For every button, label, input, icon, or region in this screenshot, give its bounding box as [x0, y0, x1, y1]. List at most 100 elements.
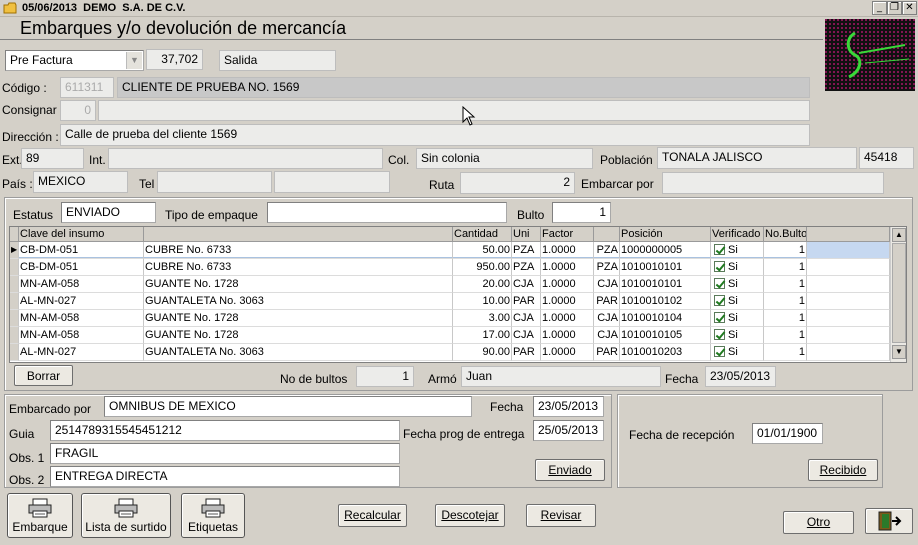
checkbox-icon[interactable] — [714, 295, 725, 306]
items-grid[interactable]: Clave del insumo Cantidad Uni Factor Pos… — [9, 226, 907, 363]
printer-icon — [27, 498, 53, 518]
armo-label: Armó — [428, 372, 457, 386]
consignar-label: Consignar — [2, 103, 57, 117]
guia-field[interactable]: 2514789315545451212 — [50, 420, 400, 441]
cell-verificado[interactable]: Si — [711, 242, 764, 259]
scroll-up-icon[interactable]: ▲ — [892, 228, 906, 242]
cell-filler — [807, 310, 890, 327]
empaque-field[interactable] — [267, 202, 507, 223]
descotejar-button[interactable]: Descotejar — [435, 504, 505, 527]
col-header-uni2[interactable] — [594, 227, 620, 242]
checkbox-icon[interactable] — [714, 261, 725, 272]
row-selector[interactable] — [10, 276, 19, 293]
cell-bulto: 1 — [764, 310, 807, 327]
codigo-field[interactable]: 611311 — [60, 77, 114, 98]
estatus-field[interactable]: ENVIADO — [61, 202, 156, 223]
cell-verificado[interactable]: Si — [711, 344, 764, 361]
col-header-uni[interactable]: Uni — [512, 227, 541, 242]
scroll-thumb[interactable] — [892, 243, 906, 343]
cell-uni: CJA — [512, 276, 541, 293]
obs2-field[interactable]: ENTREGA DIRECTA — [50, 466, 400, 487]
row-pointer-icon[interactable]: ▶ — [10, 242, 19, 259]
embarcar-field[interactable] — [662, 172, 884, 194]
col-header-factor[interactable]: Factor — [541, 227, 594, 242]
ruta-field: 2 — [460, 172, 575, 194]
revisar-button[interactable]: Revisar — [526, 504, 596, 527]
table-row[interactable]: CB-DM-051 CUBRE No. 6733 950.00 PZA 1.0000 PZ… — [10, 259, 890, 276]
printer-icon — [113, 498, 139, 518]
checkbox-icon[interactable] — [714, 312, 725, 323]
obs2-label: Obs. 2 — [9, 473, 45, 487]
table-row[interactable]: MN-AM-058 GUANTE No. 1728 17.00 CJA 1.0000 CJ… — [10, 327, 890, 344]
row-selector[interactable] — [10, 344, 19, 361]
doc-type-value: Pre Factura — [10, 53, 73, 67]
cell-clave: AL-MN-027 — [19, 344, 144, 361]
embarque-button[interactable]: Embarque — [7, 493, 73, 538]
cell-verificado[interactable]: Si — [711, 259, 764, 276]
etiquetas-button[interactable]: Etiquetas — [181, 493, 245, 538]
scroll-down-icon[interactable]: ▼ — [892, 345, 906, 359]
checkbox-icon[interactable] — [714, 346, 725, 357]
checkbox-icon[interactable] — [714, 329, 725, 340]
title-bar: 05/06/2013 DEMO S.A. DE C.V. _ ❐ ✕ — [0, 0, 918, 17]
recibido-button[interactable]: Recibido — [808, 459, 878, 481]
restore-button[interactable]: ❐ — [887, 1, 902, 15]
cell-uni2: PZA — [594, 259, 620, 276]
col-header-clave[interactable]: Clave del insumo — [19, 227, 144, 242]
doc-type-select[interactable]: Pre Factura ▼ — [5, 50, 144, 71]
col-header-posicion[interactable]: Posición — [620, 227, 711, 242]
table-row[interactable]: AL-MN-027 GUANTALETA No. 3063 10.00 PAR 1.00… — [10, 293, 890, 310]
armo-field: Juan — [461, 366, 661, 387]
lista-surtido-button[interactable]: Lista de surtido — [81, 493, 171, 538]
col-header-desc[interactable] — [144, 227, 453, 242]
col-header-bulto[interactable]: No.Bulto — [764, 227, 807, 242]
recepcion-field[interactable]: 01/01/1900 — [752, 423, 823, 444]
table-row[interactable]: AL-MN-027 GUANTALETA No. 3063 90.00 PAR 1.00… — [10, 344, 890, 361]
page-title: Embarques y/o devolución de mercancía — [20, 18, 347, 38]
checkbox-icon[interactable] — [714, 244, 725, 255]
cell-verificado[interactable]: Si — [711, 327, 764, 344]
embarcado-field[interactable]: OMNIBUS DE MEXICO — [104, 396, 472, 417]
fecha-embarque-field[interactable]: 23/05/2013 — [533, 396, 604, 417]
col-header-cantidad[interactable]: Cantidad — [453, 227, 512, 242]
cell-verificado[interactable]: Si — [711, 276, 764, 293]
cell-bulto: 1 — [764, 293, 807, 310]
row-selector[interactable] — [10, 259, 19, 276]
table-row[interactable]: ▶ CB-DM-051 CUBRE No. 6733 50.00 PZA 1.0000 PZ… — [10, 242, 890, 259]
row-selector[interactable] — [10, 310, 19, 327]
col-header-verificado[interactable]: Verificado — [711, 227, 764, 242]
cell-clave: MN-AM-058 — [19, 327, 144, 344]
borrar-button[interactable]: Borrar — [14, 365, 73, 386]
enviado-button[interactable]: Enviado — [535, 459, 605, 481]
bulto-field[interactable]: 1 — [552, 202, 611, 223]
cell-verificado[interactable]: Si — [711, 293, 764, 310]
fecha-armo-label: Fecha — [665, 372, 699, 386]
close-button[interactable]: ✕ — [902, 1, 917, 15]
verificado-text: Si — [728, 244, 738, 256]
cell-posicion: 1010010102 — [620, 293, 711, 310]
table-row[interactable]: MN-AM-058 GUANTE No. 1728 20.00 CJA 1.0000 CJ… — [10, 276, 890, 293]
mouse-cursor-icon — [462, 105, 476, 126]
exit-door-icon — [876, 511, 902, 537]
minimize-button[interactable]: _ — [872, 1, 887, 15]
table-row[interactable]: MN-AM-058 GUANTE No. 1728 3.00 CJA 1.0000 CJA… — [10, 310, 890, 327]
obs1-field[interactable]: FRAGIL — [50, 443, 400, 464]
cell-uni: PAR — [512, 293, 541, 310]
fecha-prog-field[interactable]: 25/05/2013 — [533, 420, 604, 441]
chevron-down-icon[interactable]: ▼ — [126, 52, 142, 69]
cell-verificado[interactable]: Si — [711, 310, 764, 327]
vertical-scrollbar[interactable]: ▲ ▼ — [890, 227, 906, 362]
row-selector[interactable] — [10, 327, 19, 344]
bulto-label: Bulto — [517, 208, 545, 222]
recalcular-button[interactable]: Recalcular — [338, 504, 407, 527]
poblacion-field: TONALA JALISCO — [657, 147, 857, 169]
cell-posicion: 1010010101 — [620, 276, 711, 293]
cell-bulto: 1 — [764, 276, 807, 293]
exit-button[interactable] — [865, 508, 913, 534]
ext-label: Ext. — [2, 153, 23, 167]
otro-button[interactable]: Otro — [783, 511, 854, 534]
movement-type: Salida — [219, 50, 336, 71]
checkbox-icon[interactable] — [714, 278, 725, 289]
row-selector[interactable] — [10, 293, 19, 310]
consignar-field[interactable]: 0 — [60, 100, 96, 121]
